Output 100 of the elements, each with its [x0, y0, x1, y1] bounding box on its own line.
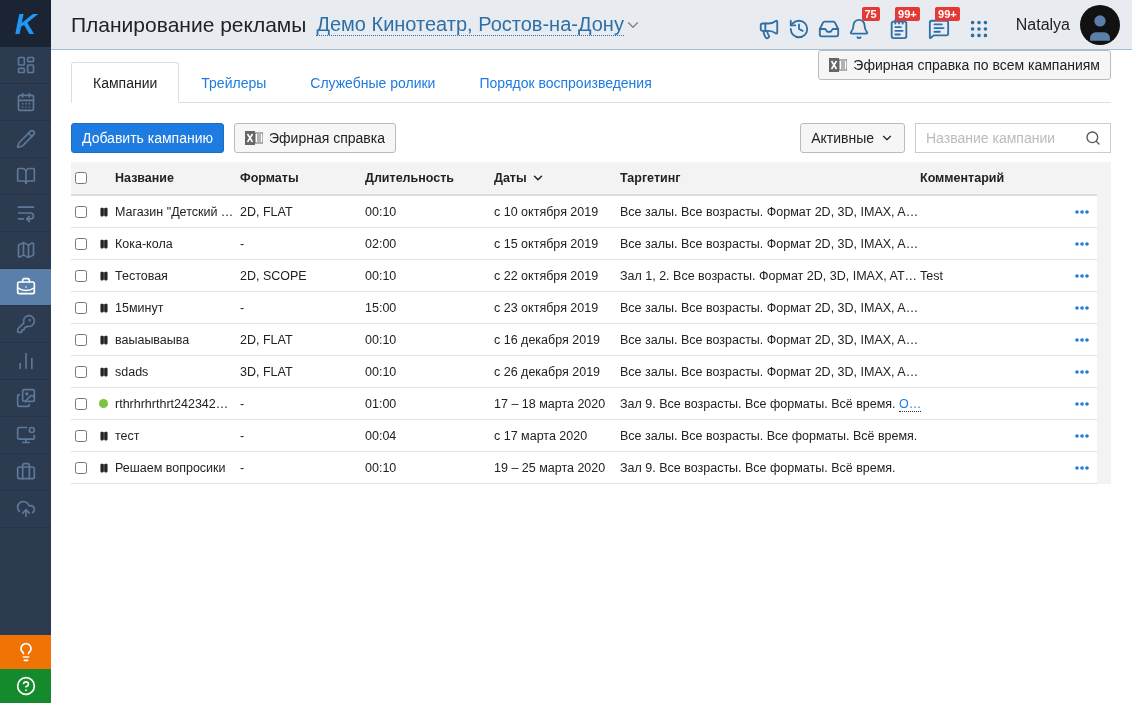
count-badge: 99+: [935, 6, 960, 21]
table-cell-text: 15минут: [115, 300, 165, 315]
column-header: Форматы: [240, 171, 300, 185]
avatar[interactable]: [1080, 4, 1120, 45]
table-cell-text: Test: [920, 268, 944, 283]
table-cell: Все залы. Все возрасты. Формат 2D, 3D, IMAX, A…: [620, 204, 920, 219]
column-header[interactable]: Даты: [494, 171, 527, 185]
pause-icon: [99, 206, 109, 217]
table-cell-text: 01:00: [365, 396, 398, 411]
table-cell: Все залы. Все возрасты. Формат 2D, 3D, IMAX, A…: [620, 236, 920, 251]
row-checkbox[interactable]: [75, 333, 87, 346]
column-header: Название: [115, 171, 175, 185]
table-cell-text: 00:10: [365, 460, 398, 475]
sidebar-action[interactable]: [0, 635, 51, 669]
monitor-icon: [15, 425, 36, 445]
briefcase-icon: [15, 277, 36, 297]
row-checkbox[interactable]: [75, 205, 87, 218]
row-checkbox[interactable]: [75, 301, 87, 314]
table-cell-text: 02:00: [365, 236, 398, 251]
table-cell-text: тест: [115, 428, 141, 443]
sidebar-action[interactable]: [0, 669, 51, 703]
more-button[interactable]: [1075, 209, 1089, 214]
more-button[interactable]: [1075, 337, 1089, 342]
add-campaign-button[interactable]: Добавить кампанию: [71, 123, 225, 153]
row-checkbox[interactable]: [75, 237, 87, 250]
more-link[interactable]: О…: [899, 396, 922, 412]
sidebar-item[interactable]: [0, 269, 51, 306]
table-cell-text: sdads: [115, 364, 150, 379]
table-cell-text: 00:10: [365, 332, 398, 347]
row-checkbox[interactable]: [75, 429, 87, 442]
count-badge: 75: [861, 6, 880, 21]
page-title: Планирование рекламы: [71, 12, 307, 37]
header-button[interactable]: 99+: [887, 6, 920, 43]
more-button[interactable]: [1075, 241, 1089, 246]
table-cell: Все залы. Все возрасты. Формат 2D, 3D, IMAX, A…: [620, 364, 920, 379]
table-cell-text: -: [240, 460, 246, 475]
more-button[interactable]: [1075, 433, 1089, 438]
search-field[interactable]: Название кампании: [915, 123, 1111, 153]
tab[interactable]: Трейлеры: [179, 62, 289, 103]
more-button[interactable]: [1075, 465, 1089, 470]
table-cell-text: -: [240, 428, 246, 443]
history-icon: [787, 17, 810, 40]
table-cell-text: 00:10: [365, 204, 398, 219]
logo[interactable]: K: [0, 0, 51, 47]
count-badge: 99+: [895, 6, 920, 21]
more-button[interactable]: [1075, 401, 1089, 406]
table-cell-text: Решаем вопросики: [115, 460, 227, 475]
table-cell-text: -: [240, 300, 246, 315]
dashboard-icon: [15, 55, 36, 75]
table-cell-text: -: [240, 396, 246, 411]
more-button[interactable]: [1075, 273, 1089, 278]
pause-icon: [99, 462, 109, 473]
tab[interactable]: Служебные ролики: [288, 62, 458, 103]
notifications-icon: [847, 17, 870, 40]
book-icon: [15, 166, 36, 186]
select-all-checkbox[interactable]: [75, 172, 87, 184]
row-checkbox[interactable]: [75, 365, 87, 378]
pause-icon: [99, 366, 109, 377]
help-icon: [15, 676, 36, 696]
table-cell-text: 2D, FLAT: [240, 204, 294, 219]
row-checkbox[interactable]: [75, 269, 87, 282]
table-cell-text: 3D, FLAT: [240, 364, 294, 379]
table-cell-text: Все залы. Все возрасты. Все форматы. Всё время.: [620, 428, 919, 443]
header-button[interactable]: 75: [847, 6, 880, 43]
pause-icon: [99, 238, 109, 249]
table-cell-text: с 26 декабря 2019: [494, 364, 602, 379]
table-cell-text: с 16 декабря 2019: [494, 332, 602, 347]
report-all-button[interactable]: Эфирная справка по всем кампаниям: [818, 50, 1111, 80]
table-cell-text: ваыаываыва: [115, 332, 191, 347]
pencil-icon: [15, 129, 36, 149]
tab[interactable]: Порядок воспроизведения: [457, 62, 674, 103]
table-cell-text: 00:10: [365, 268, 398, 283]
more-button[interactable]: [1075, 369, 1089, 374]
table-cell-text: с 23 октября 2019: [494, 300, 600, 315]
table-cell-text: -: [240, 236, 246, 251]
table-cell: Все залы. Все возрасты. Формат 2D, 3D, IMAX, A…: [620, 300, 920, 315]
filter-dropdown[interactable]: Активные: [800, 123, 905, 153]
table-cell-text: 2D, SCOPE: [240, 268, 308, 283]
chat-icon: [927, 17, 950, 40]
map-icon: [15, 240, 36, 260]
report-button[interactable]: Эфирная справка: [234, 123, 397, 153]
tab[interactable]: Кампании: [71, 62, 180, 103]
user-name: Natalya: [1015, 15, 1070, 34]
cinema-link[interactable]: Демо Кинотеатр, Ростов-на-Дону: [316, 13, 624, 36]
more-button[interactable]: [1075, 305, 1089, 310]
more-icon: [1075, 273, 1089, 278]
table-cell-text: Магазин "Детский …: [115, 204, 235, 219]
cloud-upload-icon: [15, 499, 36, 519]
column-header: Комментарий: [920, 171, 1006, 185]
table-cell-text: 2D, FLAT: [240, 332, 294, 347]
row-checkbox[interactable]: [75, 461, 87, 474]
table-cell-text: 17 – 18 марта 2020: [494, 396, 607, 411]
excel-icon: [245, 129, 264, 147]
briefcase-icon: [15, 462, 36, 482]
column-header: Таргетинг: [620, 171, 682, 185]
header-button[interactable]: 99+: [927, 6, 960, 43]
key-icon: [15, 314, 36, 334]
row-checkbox[interactable]: [75, 397, 87, 410]
table-cell-text: Кока-кола: [115, 236, 174, 251]
table-cell-text: Зал 9. Все возрасты. Все форматы. Всё время.: [620, 460, 897, 475]
